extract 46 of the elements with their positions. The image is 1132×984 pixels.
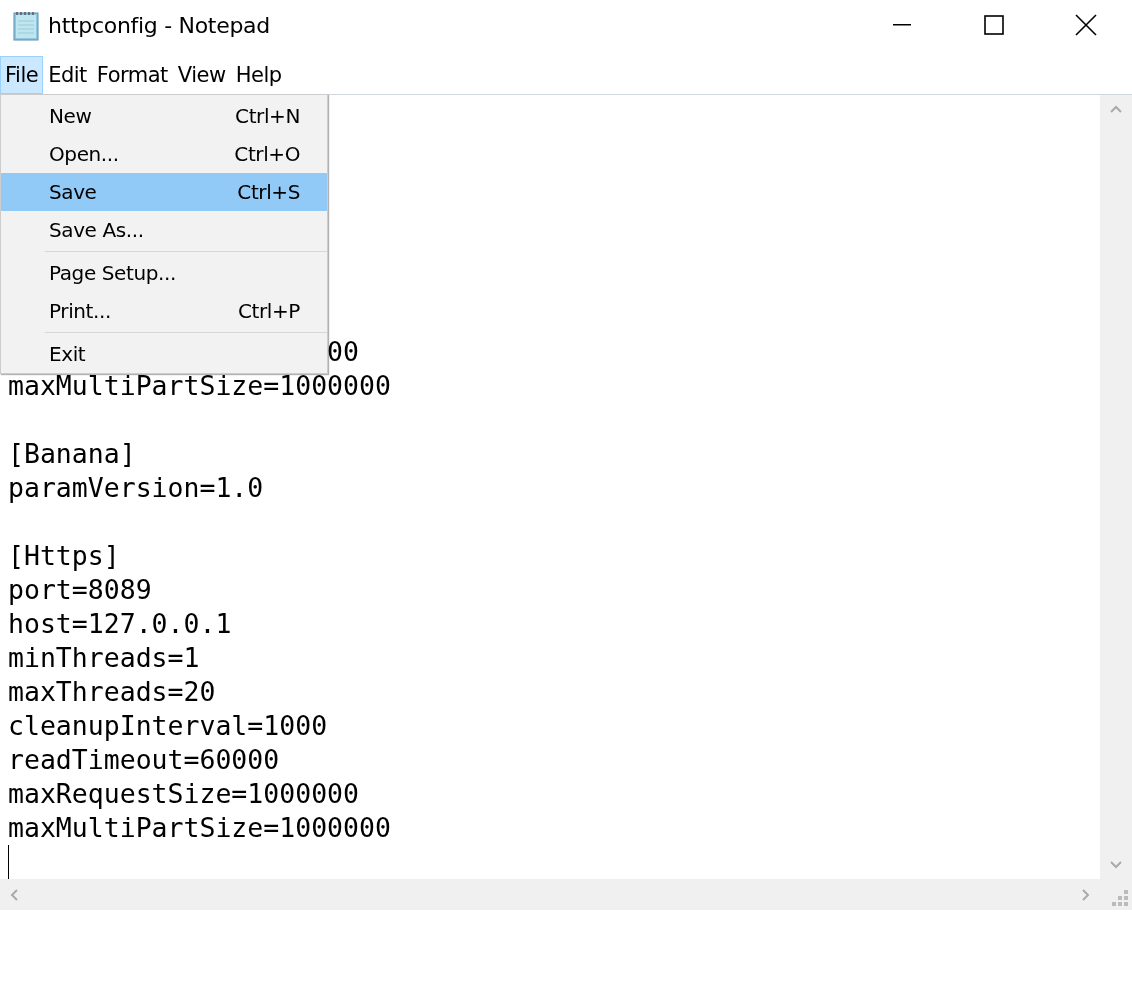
shortcut-label: Ctrl+S [237, 180, 300, 204]
menu-item[interactable]: File [0, 56, 44, 94]
menu-entry[interactable]: Print... Ctrl+P [1, 292, 327, 330]
scroll-down-icon[interactable] [1110, 861, 1122, 869]
menu-entry-label: Save As... [49, 218, 144, 242]
menu-entry-label: Print... [49, 299, 111, 323]
text-line: cleanupInterval=1000 [8, 709, 328, 743]
text-line: readTimeout=60000 [8, 743, 280, 777]
menu-entry-label: New [49, 104, 92, 128]
maximize-icon [984, 15, 1004, 35]
menu-item[interactable]: View [172, 56, 231, 94]
minimize-icon [893, 24, 911, 26]
menu-entry[interactable]: Open... Ctrl+O [1, 135, 327, 173]
scroll-left-icon[interactable] [10, 888, 18, 901]
scroll-right-icon[interactable] [1082, 888, 1090, 901]
text-line: [Banana] [8, 437, 136, 471]
menu-entry[interactable]: New Ctrl+N [1, 97, 327, 135]
menu-entry-label: Exit [49, 342, 86, 366]
text-line: port=8089 [8, 573, 152, 607]
shortcut-label: Ctrl+P [238, 299, 300, 323]
menu-entry[interactable]: Save As... [1, 211, 327, 249]
scroll-up-icon[interactable] [1110, 105, 1122, 113]
menu-entry-label: Save [49, 180, 97, 204]
resize-grip-icon[interactable] [1111, 889, 1129, 907]
text-line: paramVersion=1.0 [8, 471, 264, 505]
menu-item[interactable]: Help [230, 56, 287, 94]
shortcut-label: Ctrl+O [234, 142, 300, 166]
text-line: [Https] [8, 539, 120, 573]
text-line: maxRequestSize=1000000 [8, 777, 359, 811]
close-icon [1075, 14, 1097, 36]
menu-entry-label: Page Setup... [49, 261, 176, 285]
menu-item[interactable]: Edit [43, 56, 92, 94]
menu-entry[interactable]: Save Ctrl+S [1, 173, 327, 211]
horizontal-scrollbar[interactable] [0, 879, 1100, 910]
notepad-icon [11, 9, 41, 41]
text-line: 00 [327, 335, 359, 369]
text-line: maxMultiPartSize=1000000 [8, 811, 391, 845]
vertical-scrollbar[interactable] [1100, 95, 1132, 879]
text-line: maxThreads=20 [8, 675, 216, 709]
text-line: host=127.0.0.1 [8, 607, 232, 641]
text-line: minThreads=1 [8, 641, 200, 675]
menu-entry[interactable]: Page Setup... [1, 254, 327, 292]
window-title: httpconfig - Notepad [48, 12, 270, 38]
menu-item[interactable]: Format [91, 56, 173, 94]
shortcut-label: Ctrl+N [235, 104, 300, 128]
menu-entry-label: Open... [49, 142, 119, 166]
